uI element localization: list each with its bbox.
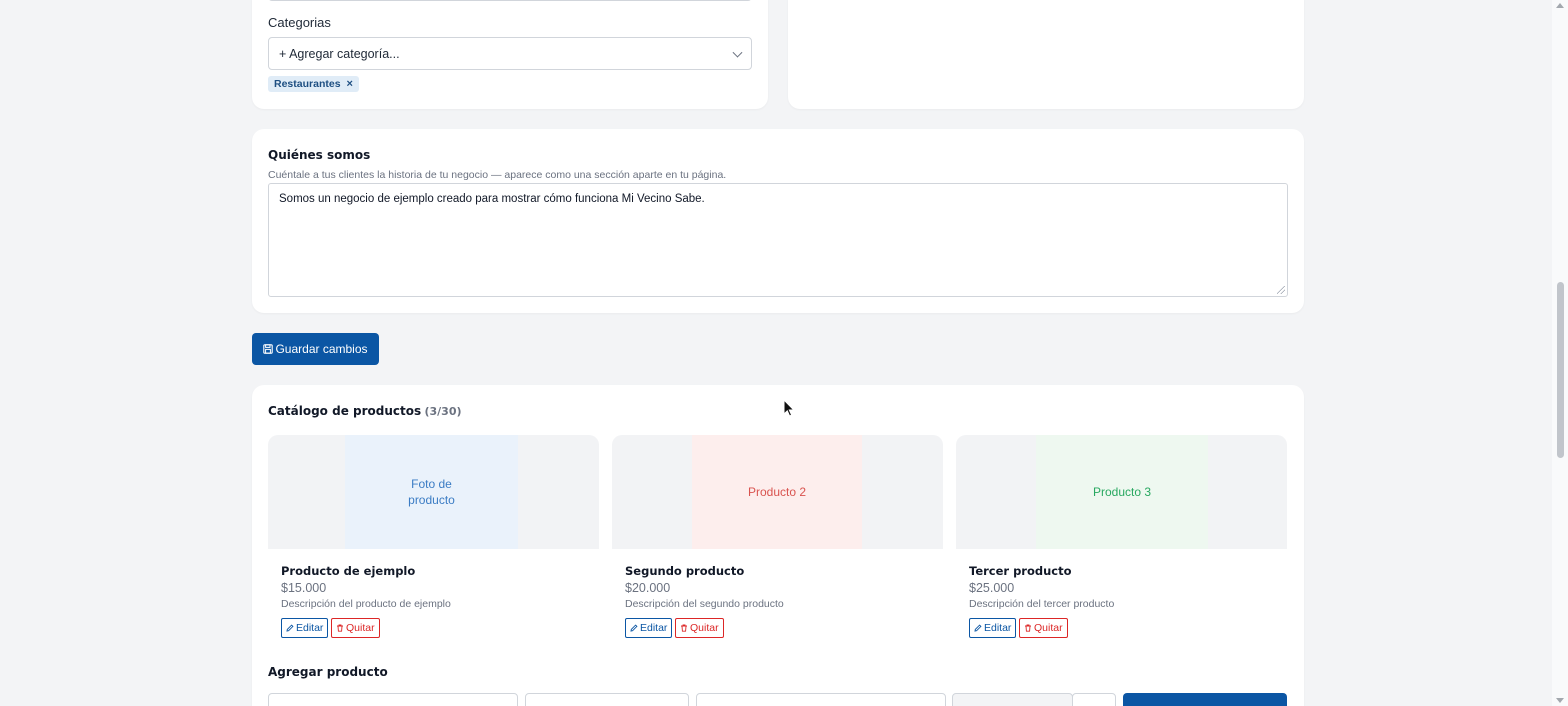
product-name: Producto de ejemplo bbox=[281, 564, 416, 578]
about-textarea[interactable]: Somos un negocio de ejemplo creado para … bbox=[268, 183, 1288, 297]
product-image: Foto de producto bbox=[268, 435, 599, 549]
edit-label: Editar bbox=[640, 622, 668, 634]
catalog-card: Catálogo de productos (3/30) Foto de pro… bbox=[252, 385, 1304, 706]
about-hint: Cuéntale a tus clientes la historia de t… bbox=[268, 169, 727, 181]
business-side-card bbox=[788, 0, 1304, 109]
product-name: Segundo producto bbox=[625, 564, 745, 578]
scrollbar-thumb[interactable] bbox=[1557, 282, 1564, 458]
edit-product-button[interactable]: Editar bbox=[281, 618, 329, 638]
remove-label: Quitar bbox=[1034, 622, 1063, 634]
save-changes-label: Guardar cambios bbox=[275, 342, 368, 356]
pencil-icon bbox=[974, 624, 982, 632]
remove-tag-icon[interactable]: × bbox=[347, 78, 353, 90]
scroll-up-icon[interactable] bbox=[1556, 3, 1564, 8]
add-product-button[interactable] bbox=[1123, 693, 1287, 706]
trash-icon bbox=[681, 624, 687, 632]
about-title: Quiénes somos bbox=[268, 148, 371, 162]
product-description: Descripción del segundo producto bbox=[625, 598, 784, 610]
about-text: Somos un negocio de ejemplo creado para … bbox=[279, 193, 705, 205]
product-price-input[interactable] bbox=[525, 693, 689, 706]
product-description-input[interactable] bbox=[696, 693, 946, 706]
previous-field-edge bbox=[268, 0, 752, 1]
edit-product-button[interactable]: Editar bbox=[625, 618, 673, 638]
product-price: $25.000 bbox=[969, 581, 1015, 595]
product-image-placeholder: Producto 3 bbox=[1036, 435, 1208, 549]
mouse-cursor-icon bbox=[783, 399, 795, 417]
about-card: Quiénes somos Cuéntale a tus clientes la… bbox=[252, 129, 1304, 313]
page-scrollbar[interactable] bbox=[1552, 0, 1568, 706]
product-image-placeholder: Foto de producto bbox=[345, 435, 518, 549]
category-tag-restaurantes: Restaurantes × bbox=[268, 76, 359, 92]
remove-label: Quitar bbox=[346, 622, 375, 634]
product-description: Descripción del producto de ejemplo bbox=[281, 598, 451, 610]
trash-icon bbox=[337, 624, 343, 632]
trash-icon bbox=[1025, 624, 1031, 632]
product-image: Producto 2 bbox=[612, 435, 943, 549]
product-image: Producto 3 bbox=[956, 435, 1287, 549]
remove-product-button[interactable]: Quitar bbox=[675, 618, 724, 638]
catalog-title-text: Catálogo de productos bbox=[268, 404, 422, 418]
product-card: Producto 2 Segundo producto $20.000 Desc… bbox=[612, 435, 943, 647]
edit-product-button[interactable]: Editar bbox=[969, 618, 1017, 638]
product-description: Descripción del tercer producto bbox=[969, 598, 1115, 610]
edit-label: Editar bbox=[296, 622, 324, 634]
save-changes-button[interactable]: Guardar cambios bbox=[252, 333, 379, 365]
product-name-input[interactable] bbox=[268, 693, 518, 706]
catalog-count: (3/30) bbox=[424, 405, 462, 418]
resize-handle-icon[interactable] bbox=[1277, 286, 1285, 294]
remove-label: Quitar bbox=[690, 622, 719, 634]
remove-product-button[interactable]: Quitar bbox=[1019, 618, 1068, 638]
product-image-placeholder: Producto 2 bbox=[692, 435, 862, 549]
chevron-down-icon bbox=[732, 47, 743, 58]
categories-label: Categorias bbox=[268, 15, 331, 30]
product-photo-select[interactable] bbox=[952, 693, 1073, 706]
product-card: Producto 3 Tercer producto $25.000 Descr… bbox=[956, 435, 1287, 647]
pencil-icon bbox=[286, 624, 294, 632]
category-select-placeholder: + Agregar categoría... bbox=[279, 46, 400, 61]
product-photo-remove[interactable] bbox=[1072, 693, 1116, 706]
remove-product-button[interactable]: Quitar bbox=[331, 618, 380, 638]
product-price: $15.000 bbox=[281, 581, 327, 595]
catalog-title: Catálogo de productos (3/30) bbox=[268, 404, 462, 418]
product-placeholder-text: Producto 3 bbox=[1092, 485, 1152, 499]
add-product-title: Agregar producto bbox=[268, 665, 388, 679]
save-icon bbox=[263, 344, 274, 354]
edit-label: Editar bbox=[984, 622, 1012, 634]
category-select[interactable]: + Agregar categoría... bbox=[268, 37, 752, 70]
product-price: $20.000 bbox=[625, 581, 671, 595]
pencil-icon bbox=[630, 624, 638, 632]
product-placeholder-text: Producto 2 bbox=[747, 485, 807, 499]
scroll-down-icon[interactable] bbox=[1556, 698, 1564, 703]
category-tag-label: Restaurantes bbox=[274, 78, 341, 90]
product-placeholder-text: Foto de producto bbox=[408, 477, 455, 507]
business-details-card: Categorias + Agregar categoría... Restau… bbox=[252, 0, 768, 109]
product-card: Foto de producto Producto de ejemplo $15… bbox=[268, 435, 599, 647]
product-name: Tercer producto bbox=[969, 564, 1072, 578]
